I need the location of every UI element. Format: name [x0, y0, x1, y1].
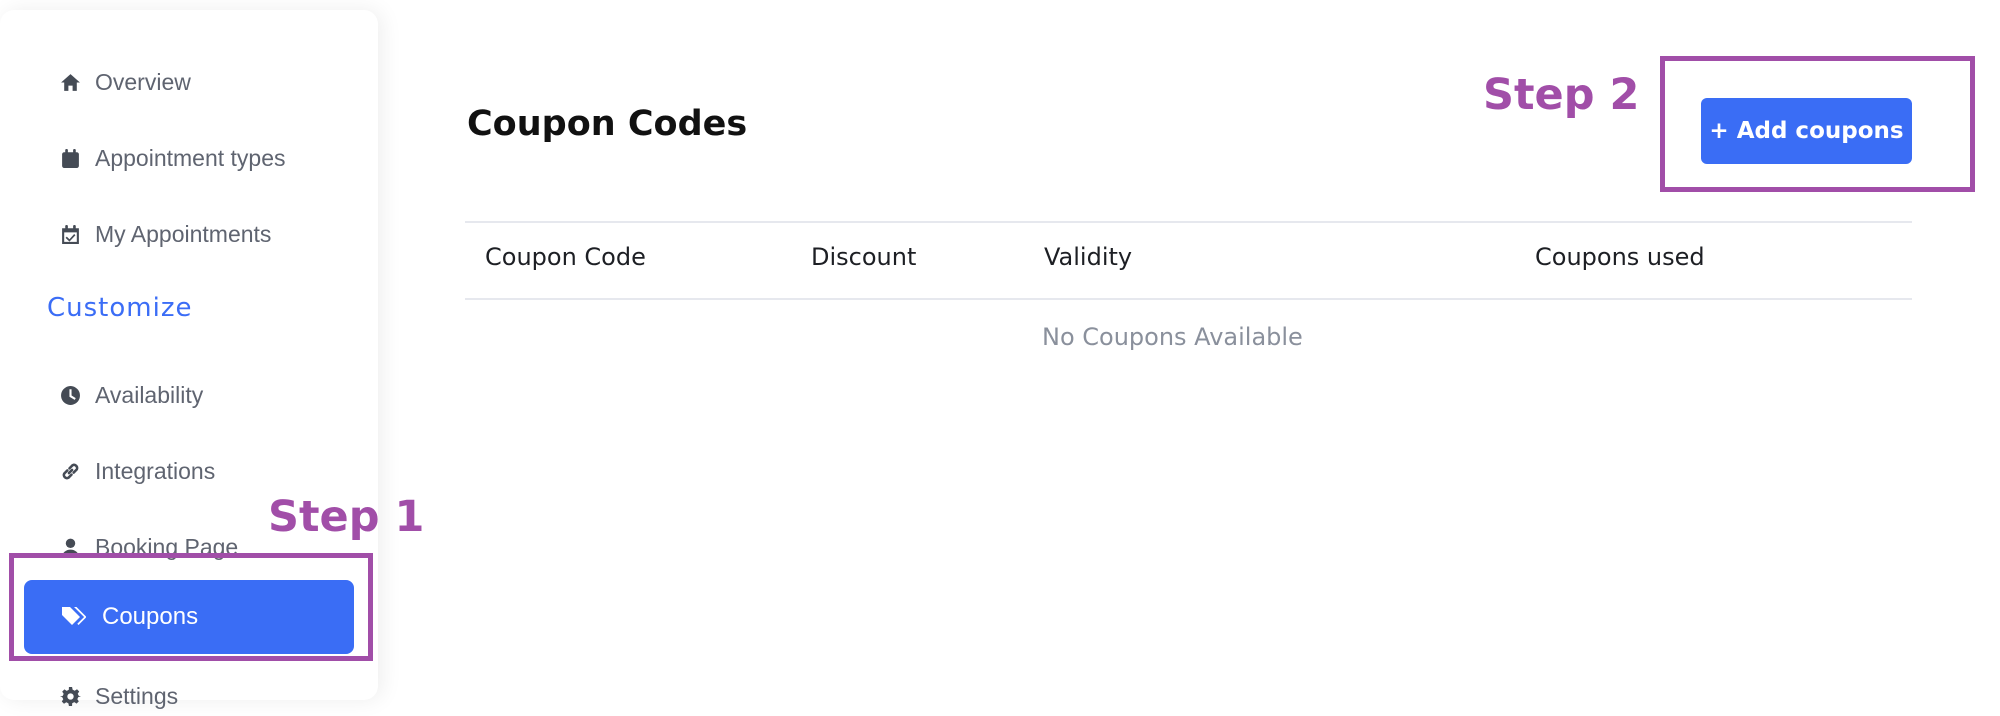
sidebar-item-settings[interactable]: Settings [60, 676, 178, 716]
sidebar-item-label: My Appointments [95, 220, 272, 247]
link-icon [62, 463, 79, 479]
sidebar-item-label: Appointment types [95, 144, 286, 171]
step2-label: Step 2 [1483, 70, 1640, 120]
table-top-divider [465, 221, 1912, 223]
clock-icon [61, 385, 80, 405]
column-header-validity: Validity [1044, 243, 1133, 271]
step1-highlight-box [9, 553, 373, 661]
calendar-icon [62, 148, 79, 168]
sidebar-item-label: Overview [95, 68, 191, 95]
empty-state-text: No Coupons Available [1042, 323, 1303, 351]
add-coupons-button[interactable]: + Add coupons [1701, 98, 1912, 164]
sidebar-item-my-appointments[interactable]: My Appointments [60, 214, 271, 254]
sidebar-item-integrations[interactable]: Integrations [60, 451, 215, 491]
column-header-coupons-used: Coupons used [1535, 243, 1705, 271]
sidebar-item-availability[interactable]: Availability [60, 375, 203, 415]
sidebar-item-label: Settings [95, 682, 179, 709]
page-title: Coupon Codes [467, 104, 748, 144]
sidebar-item-label: Integrations [95, 457, 216, 484]
table-header-divider [465, 298, 1912, 300]
sidebar-item-label: Availability [95, 381, 204, 408]
section-title-customize: Customize [47, 293, 193, 323]
sidebar-item-overview[interactable]: Overview [60, 62, 191, 102]
column-header-coupon-code: Coupon Code [485, 243, 646, 271]
calendar-check-icon [62, 224, 79, 244]
column-header-discount: Discount [811, 243, 917, 271]
sidebar-item-appointment-types[interactable]: Appointment types [60, 138, 286, 178]
step1-label: Step 1 [268, 492, 425, 542]
gear-icon [60, 686, 81, 706]
home-icon [61, 73, 80, 91]
